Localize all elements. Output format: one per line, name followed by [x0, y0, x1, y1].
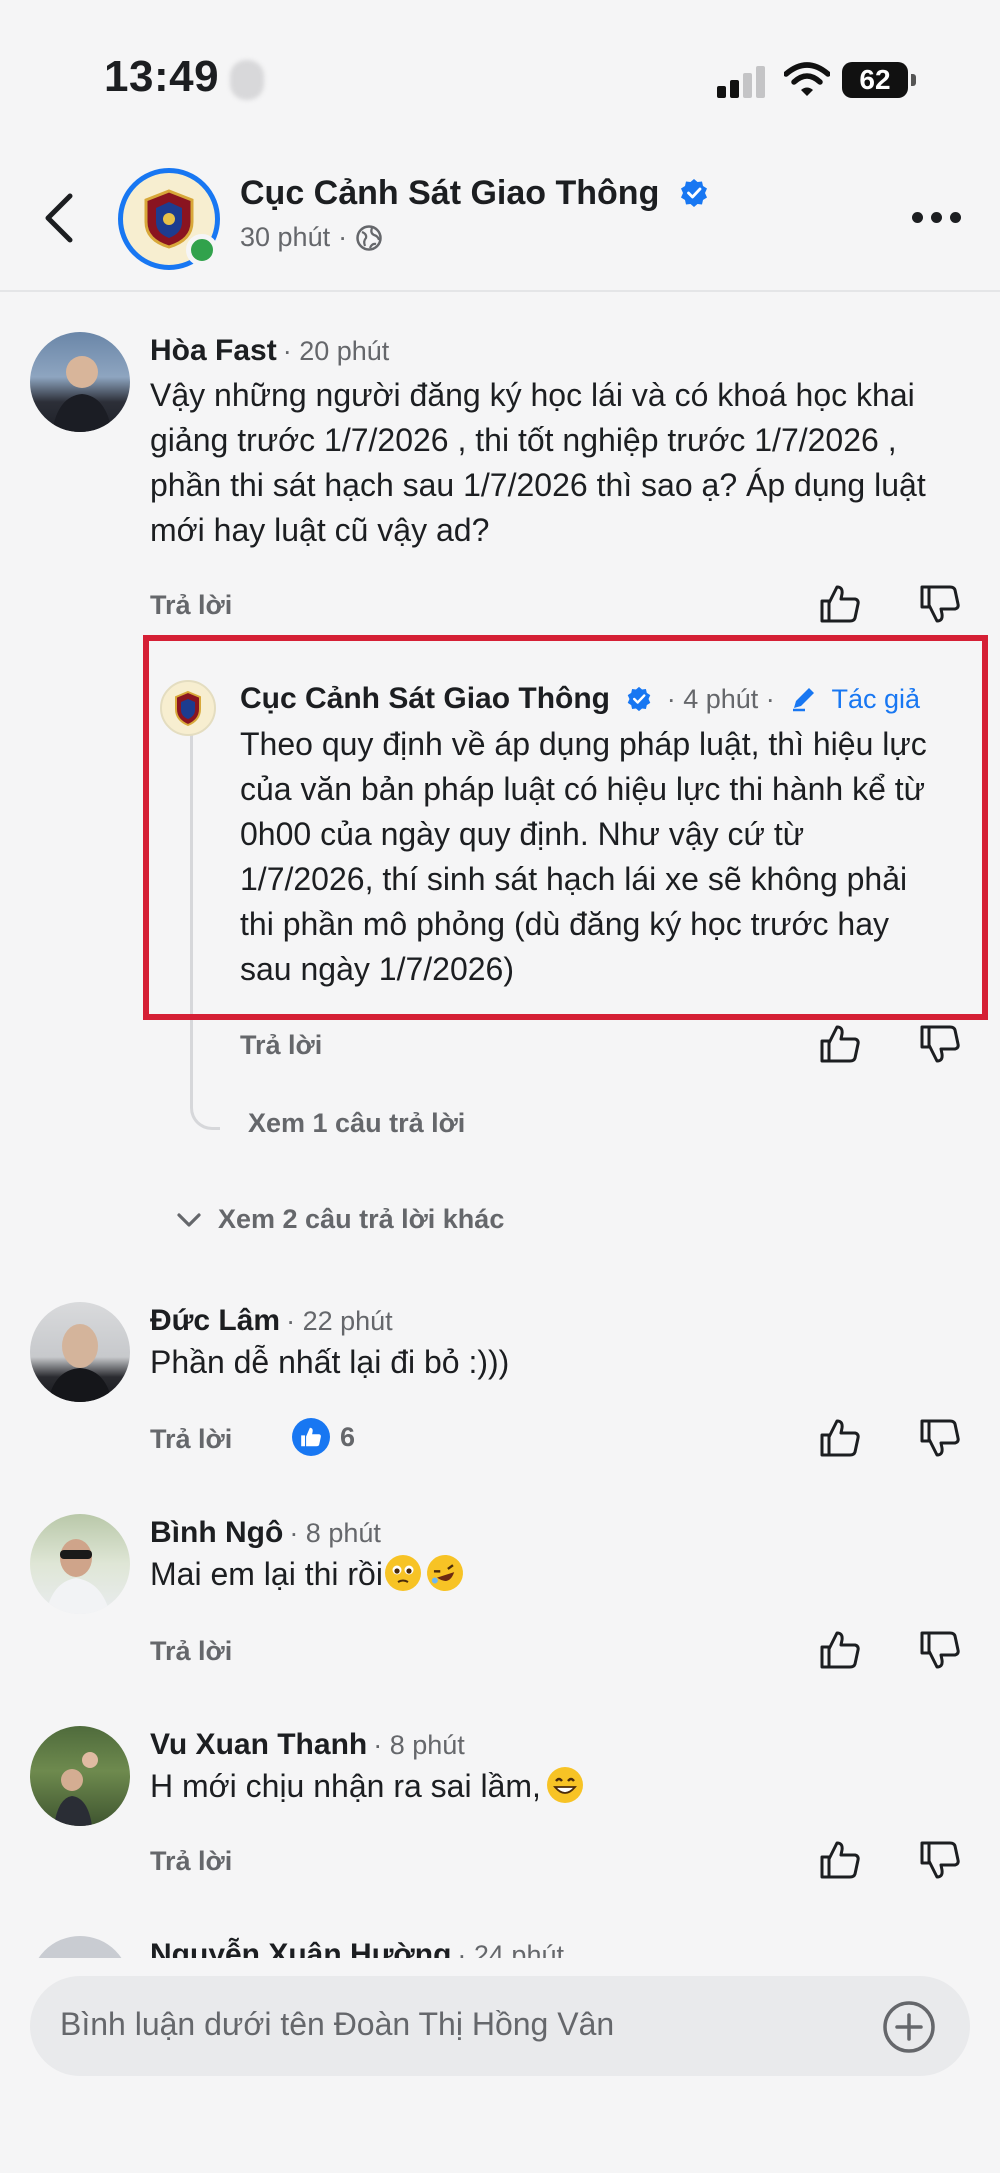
- battery-tip: [911, 74, 916, 86]
- view-more-replies-link[interactable]: Xem 2 câu trả lời khác: [176, 1204, 504, 1235]
- more-replies-label: Xem 2 câu trả lời khác: [218, 1204, 505, 1234]
- reply-text: Theo quy định về áp dụng pháp luật, thì …: [240, 722, 970, 992]
- like-count: 6: [340, 1421, 356, 1452]
- comment-line: Vậy những người đăng ký học lái và có kh…: [150, 377, 915, 413]
- reply-line: sau ngày 1/7/2026): [240, 951, 514, 987]
- grinning-face-icon: [546, 1767, 583, 1803]
- comment-line: phần thi sát hạch sau 1/7/2026 thì sao ạ…: [150, 467, 926, 503]
- reply-time: · 4 phút ·: [666, 684, 775, 714]
- cellular-signal-icon: [717, 66, 765, 98]
- verified-badge-icon: [628, 686, 651, 712]
- comment-time: · 22 phút: [286, 1306, 393, 1336]
- page-title[interactable]: Cục Cảnh Sát Giao Thông: [240, 174, 709, 213]
- status-bar: 13:49 62: [0, 0, 1000, 160]
- commenter-name-text: Đức Lâm: [150, 1304, 281, 1337]
- author-tag: Tác giả: [831, 684, 920, 714]
- reply-button[interactable]: Trả lời: [240, 1030, 322, 1061]
- more-options-icon[interactable]: [912, 202, 968, 232]
- pleading-face-icon: [384, 1555, 421, 1591]
- reply-line: 1/7/2026, thí sinh sát hạch lái xe sẽ kh…: [240, 861, 908, 897]
- comment-text: Phần dễ nhất lại đi bỏ :))): [150, 1344, 510, 1380]
- reply-button[interactable]: Trả lời: [150, 1424, 232, 1455]
- comment-input[interactable]: Bình luận dưới tên Đoàn Thị Hồng Vân: [30, 1976, 970, 2076]
- avatar-vu-xuan-thanh[interactable]: [30, 1726, 130, 1826]
- verified-badge-icon: [680, 179, 707, 207]
- comment-text: Mai em lại thi rồi: [150, 1550, 970, 1597]
- commenter-name-text: Vu Xuan Thanh: [150, 1728, 368, 1761]
- commenter-name-text: Bình Ngô: [150, 1516, 284, 1549]
- globe-icon: [356, 224, 382, 251]
- post-header: Cục Cảnh Sát Giao Thông 30 phút ·: [0, 160, 1000, 292]
- comment-time: · 8 phút: [373, 1730, 465, 1760]
- avatar-hoa-fast[interactable]: [30, 332, 130, 432]
- view-replies-link[interactable]: Xem 1 câu trả lời: [248, 1108, 465, 1139]
- like-reaction-icon: [292, 1418, 330, 1456]
- like-icon[interactable]: [818, 1838, 862, 1882]
- meta-separator: ·: [338, 222, 348, 252]
- comment-text-content: H mới chịu nhận ra sai lầm,: [150, 1768, 541, 1804]
- avatar-binh-ngo[interactable]: [30, 1514, 130, 1614]
- reply-button[interactable]: Trả lời: [150, 590, 232, 621]
- commenter-name[interactable]: Đức Lâm · 22 phút: [150, 1304, 393, 1338]
- like-icon[interactable]: [818, 1022, 862, 1066]
- reaction-count[interactable]: 6: [292, 1418, 355, 1456]
- avatar-duc-lam[interactable]: [30, 1302, 130, 1402]
- police-emblem-icon: [175, 690, 201, 727]
- post-meta: 30 phút ·: [240, 222, 383, 253]
- comment-line: mới hay luật cũ vậy ad?: [150, 512, 490, 548]
- status-time: 13:49: [104, 52, 220, 101]
- commenter-name[interactable]: Vu Xuan Thanh · 8 phút: [150, 1728, 465, 1762]
- page-reply-avatar[interactable]: [160, 680, 216, 736]
- commenter-name[interactable]: Hòa Fast · 20 phút: [150, 334, 389, 368]
- reply-line: thi phần mô phỏng (dù đăng ký học trước …: [240, 906, 890, 942]
- like-icon[interactable]: [818, 582, 862, 626]
- chevron-down-icon: [177, 1212, 201, 1227]
- rolling-laughing-face-icon: [422, 1550, 468, 1596]
- comment-text: H mới chịu nhận ra sai lầm,: [150, 1764, 970, 1809]
- reply-line: của văn bản pháp luật có hiệu lực thi hà…: [240, 771, 926, 807]
- pencil-icon: [793, 688, 815, 712]
- battery-level: 62: [842, 62, 908, 98]
- blurred-indicator: [230, 60, 264, 100]
- comment-line: giảng trước 1/7/2026 , thi tốt nghiệp tr…: [150, 422, 897, 458]
- reply-line: Theo quy định về áp dụng pháp luật, thì …: [240, 726, 927, 762]
- comment-time: · 20 phút: [282, 336, 390, 366]
- comment-time: · 8 phút: [289, 1518, 381, 1548]
- comment-text: Vậy những người đăng ký học lái và có kh…: [150, 373, 970, 553]
- commenter-name[interactable]: Bình Ngô · 8 phút: [150, 1516, 381, 1550]
- page-name-text: Cục Cảnh Sát Giao Thông: [240, 174, 660, 212]
- dislike-icon[interactable]: [918, 1416, 962, 1460]
- dislike-icon[interactable]: [918, 1022, 962, 1066]
- online-status-dot: [186, 234, 218, 266]
- dislike-icon[interactable]: [918, 1838, 962, 1882]
- wifi-icon: [784, 62, 830, 96]
- dislike-icon[interactable]: [918, 1628, 962, 1672]
- reply-line: 0h00 của ngày quy định. Như vậy cứ từ: [240, 816, 805, 852]
- back-arrow-icon[interactable]: [36, 188, 86, 248]
- like-icon[interactable]: [818, 1416, 862, 1460]
- comment-input-placeholder: Bình luận dưới tên Đoàn Thị Hồng Vân: [60, 2006, 615, 2042]
- dislike-icon[interactable]: [918, 582, 962, 626]
- reply-button[interactable]: Trả lời: [150, 1636, 232, 1667]
- reply-button[interactable]: Trả lời: [150, 1846, 232, 1877]
- commenter-name-text: Hòa Fast: [150, 334, 277, 367]
- comment-text-content: Mai em lại thi rồi: [150, 1556, 383, 1592]
- post-time: 30 phút: [240, 222, 331, 252]
- reply-author[interactable]: Cục Cảnh Sát Giao Thông · 4 phút · Tác g…: [240, 682, 920, 716]
- like-icon[interactable]: [818, 1628, 862, 1672]
- reply-author-name: Cục Cảnh Sát Giao Thông: [240, 682, 611, 715]
- add-attachment-icon[interactable]: [882, 2000, 936, 2054]
